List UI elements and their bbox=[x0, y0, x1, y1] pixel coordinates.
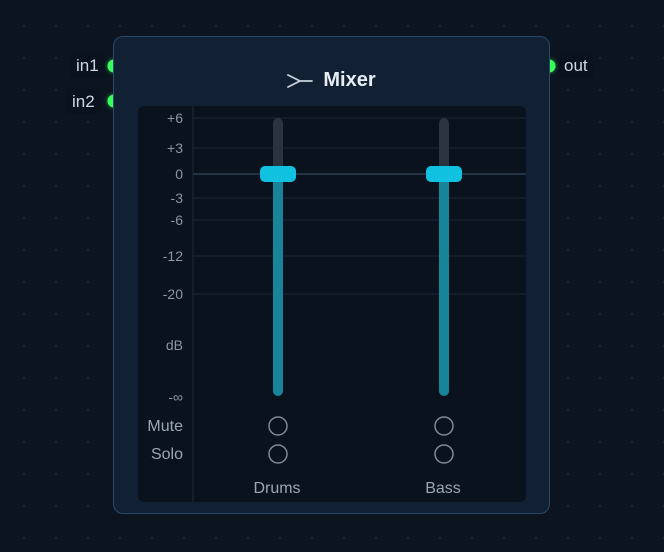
scale-tick-label: +6 bbox=[167, 110, 183, 126]
mixer-node[interactable]: Mixer +6 +3 0 -3 -6 -12 -20 -∞ dB Mute Solo Drums Ba… bbox=[113, 36, 550, 514]
scale-tick-label: 0 bbox=[175, 166, 183, 182]
scale-tick-label: +3 bbox=[167, 140, 183, 156]
mute-toggle-bass[interactable] bbox=[434, 416, 454, 436]
scale-tick-label: -3 bbox=[171, 190, 184, 206]
mute-row-label: Mute bbox=[147, 418, 183, 435]
channel-label-drums: Drums bbox=[253, 480, 300, 497]
mixer-panel: +6 +3 0 -3 -6 -12 -20 -∞ dB Mute Solo Drums Bass bbox=[138, 106, 526, 502]
scale-tick-label: -20 bbox=[163, 286, 183, 302]
merge-icon bbox=[287, 72, 314, 90]
input-port-in1-label: in1 bbox=[70, 53, 105, 78]
fader-handle-drums[interactable] bbox=[260, 166, 296, 182]
fader-level-drums bbox=[273, 174, 283, 396]
solo-toggle-drums[interactable] bbox=[268, 444, 288, 464]
solo-toggle-bass[interactable] bbox=[434, 444, 454, 464]
node-header[interactable]: Mixer bbox=[114, 69, 549, 92]
output-port-out-label: out bbox=[558, 53, 594, 78]
scale-tick-label: -6 bbox=[171, 212, 184, 228]
channel-label-bass: Bass bbox=[425, 480, 461, 497]
fader-handle-bass[interactable] bbox=[426, 166, 462, 182]
solo-row-label: Solo bbox=[151, 446, 183, 463]
fader-level-bass bbox=[439, 174, 449, 396]
scale-tick-label: -∞ bbox=[168, 389, 183, 405]
node-title: Mixer bbox=[323, 69, 376, 91]
scale-tick-label: -12 bbox=[163, 248, 183, 264]
mute-toggle-drums[interactable] bbox=[268, 416, 288, 436]
scale-unit-label: dB bbox=[166, 337, 183, 353]
mixer-svg: +6 +3 0 -3 -6 -12 -20 -∞ dB Mute Solo Drums Bass bbox=[147, 106, 526, 502]
input-port-in2-label: in2 bbox=[66, 89, 101, 114]
